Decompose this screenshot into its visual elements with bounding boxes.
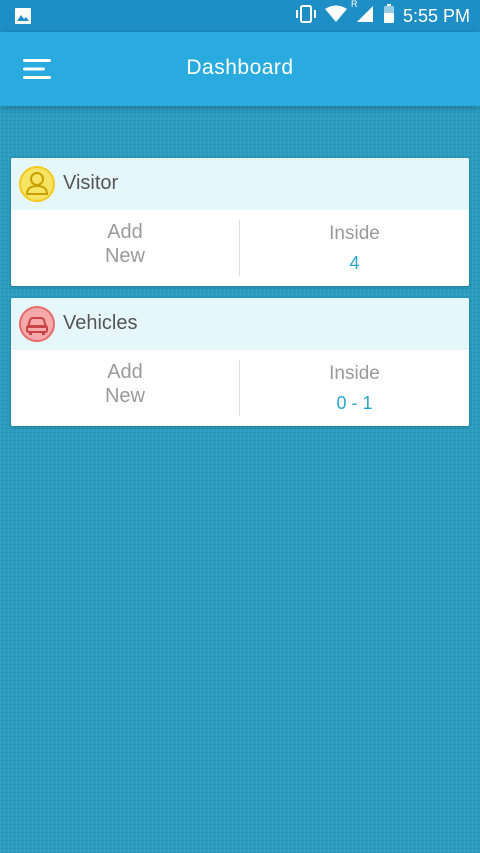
inside-count: 0 - 1 [336,393,373,413]
app-bar: Dashboard [0,32,480,106]
add-new-label-line1: Add [107,361,143,383]
vehicles-card-header[interactable]: Vehicles [11,298,469,350]
visitor-inside-button[interactable]: Inside 4 [240,222,469,274]
inside-count: 4 [349,253,360,273]
status-bar: R 5:55 PM [0,0,480,32]
signal-icon: R [351,0,375,27]
add-new-label-line1: Add [107,221,143,243]
inside-label: Inside [329,363,380,384]
vehicles-card-body: Add New Inside 0 - 1 [11,350,469,426]
status-time: 5:55 PM [402,5,470,26]
vehicles-inside-button[interactable]: Inside 0 - 1 [240,362,469,414]
page-title: Dashboard [186,56,294,79]
visitor-card-title: Visitor [63,172,119,194]
add-new-label-line2: New [104,385,145,407]
vehicles-card: Vehicles Add New Inside 0 - 1 [11,298,469,426]
visitor-card-body: Add New Inside 4 [11,210,469,286]
vehicles-card-title: Vehicles [63,312,138,334]
inside-label: Inside [329,223,380,244]
roaming-indicator: R [350,0,358,9]
wifi-icon [324,5,347,27]
vibrate-icon [295,5,317,27]
image-icon [14,7,32,29]
car-icon [19,306,55,342]
person-icon [19,166,55,202]
visitor-card-header[interactable]: Visitor [11,158,469,210]
add-new-label-line2: New [104,245,145,267]
battery-icon [383,4,395,28]
visitor-add-new-button[interactable]: Add New [11,220,239,268]
visitor-card: Visitor Add New Inside 4 [11,158,469,286]
vehicles-add-new-button[interactable]: Add New [11,360,239,408]
